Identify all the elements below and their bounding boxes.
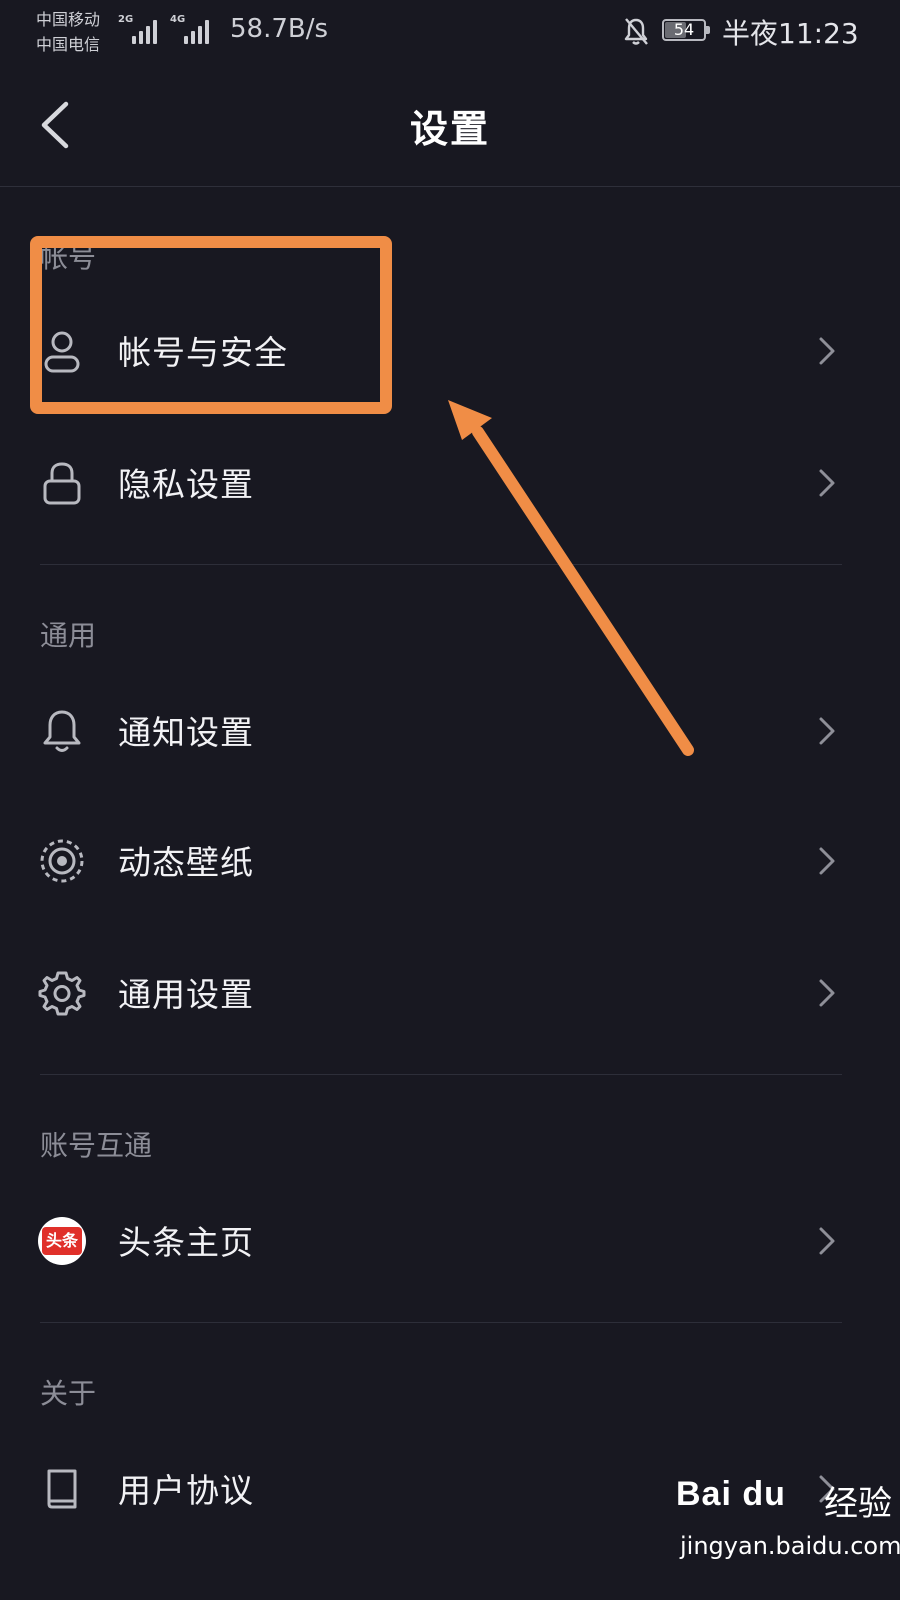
toutiao-logo: 头条	[38, 1217, 86, 1265]
section-title-about: 关于	[40, 1377, 97, 1410]
bell-off-icon	[622, 16, 650, 50]
lock-icon	[38, 459, 86, 507]
settings-item-general[interactable]: 通用设置	[0, 938, 900, 1048]
item-label: 通用设置	[118, 975, 254, 1014]
settings-item-notifications[interactable]: 通知设置	[0, 676, 900, 786]
dynamic-wallpaper-icon	[38, 837, 86, 885]
chevron-right-icon	[814, 844, 838, 878]
signal-4g-tag: 4G	[170, 14, 186, 25]
page-title: 设置	[409, 107, 490, 151]
item-label: 动态壁纸	[118, 843, 254, 882]
chevron-right-icon	[814, 466, 838, 500]
item-label: 通知设置	[118, 713, 254, 752]
chevron-right-icon	[814, 976, 838, 1010]
battery-icon: 54	[662, 19, 710, 41]
chevron-right-icon	[814, 714, 838, 748]
section-title-general: 通用	[40, 619, 97, 652]
highlight-box	[30, 236, 392, 414]
carrier-2: 中国电信	[36, 35, 101, 54]
signal-2g-tag: 2G	[118, 14, 134, 25]
gear-icon	[38, 969, 86, 1017]
chevron-right-icon	[814, 334, 838, 368]
carrier-info: 中国移动 中国电信	[36, 7, 100, 57]
watermark-url: jingyan.baidu.com	[680, 1532, 900, 1560]
status-bar: 中国移动 中国电信 2G 4G 58.7B/s 54 半夜11:23	[0, 0, 900, 64]
chevron-right-icon	[814, 1224, 838, 1258]
settings-item-dynamic-wallpaper[interactable]: 动态壁纸	[0, 806, 900, 916]
net-speed: 58.7B/s	[230, 14, 329, 44]
baidu-logo: Bai du	[676, 1470, 786, 1515]
toutiao-badge: 头条	[42, 1227, 82, 1255]
battery-level: 54	[673, 20, 695, 39]
bell-icon	[38, 707, 86, 755]
item-label: 头条主页	[118, 1223, 254, 1262]
divider	[40, 1074, 842, 1075]
divider	[40, 1322, 842, 1323]
clock: 半夜11:23	[722, 17, 859, 50]
item-label: 隐私设置	[118, 465, 254, 504]
book-icon	[38, 1465, 86, 1513]
header: 设置	[0, 64, 900, 187]
carrier-1: 中国移动	[36, 10, 101, 29]
settings-item-privacy[interactable]: 隐私设置	[0, 428, 900, 538]
watermark-text: 经验	[824, 1484, 892, 1524]
divider	[40, 564, 842, 565]
item-label: 用户协议	[118, 1471, 254, 1510]
section-title-account-linking: 账号互通	[40, 1129, 153, 1162]
watermark-logo-text: Bai du	[676, 1475, 786, 1513]
settings-item-toutiao-home[interactable]: 头条 头条主页	[0, 1186, 900, 1296]
watermark: Bai du 经验 jingyan.baidu.com	[674, 1470, 900, 1590]
